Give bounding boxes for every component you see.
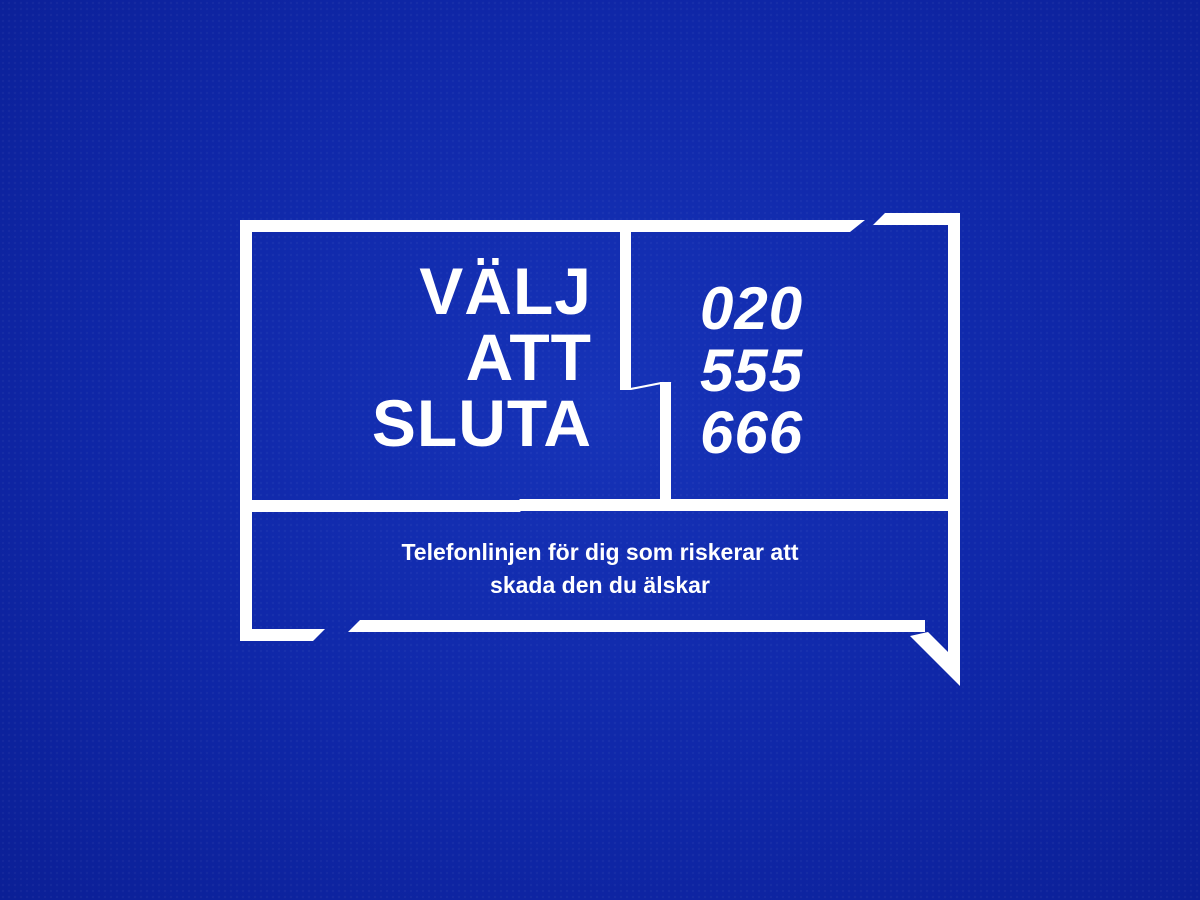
divider-horizontal-left xyxy=(240,500,503,512)
tagline-line-1: Telefonlinjen för dig som riskerar att xyxy=(401,539,799,565)
tagline: Telefonlinjen för dig som riskerar att s… xyxy=(250,536,950,602)
frame-top-edge-right xyxy=(873,213,960,225)
phone-number-part-1: 020 xyxy=(700,275,804,342)
frame-top-edge-left xyxy=(240,220,850,232)
phone-number-part-2: 555 xyxy=(700,337,804,404)
divider-horizontal-right xyxy=(508,499,960,511)
speech-tail xyxy=(910,630,960,686)
frame-bottom-edge-right xyxy=(348,620,925,632)
divider-vertical-lower xyxy=(660,382,671,502)
tagline-line-2: skada den du älskar xyxy=(490,572,710,598)
phone-number-part-3: 666 xyxy=(700,399,804,466)
headline-line-1: VÄLJ xyxy=(419,254,592,328)
headline-line-3: SLUTA xyxy=(371,386,592,460)
speech-bubble-frame xyxy=(240,213,960,686)
phone-number: 020 555 666 xyxy=(700,278,870,464)
headline-line-2: ATT xyxy=(465,320,592,394)
divider-vertical-upper xyxy=(620,225,631,390)
frame-bottom-edge-left xyxy=(240,629,325,641)
headline: VÄLJ ATT SLUTA xyxy=(290,258,592,456)
